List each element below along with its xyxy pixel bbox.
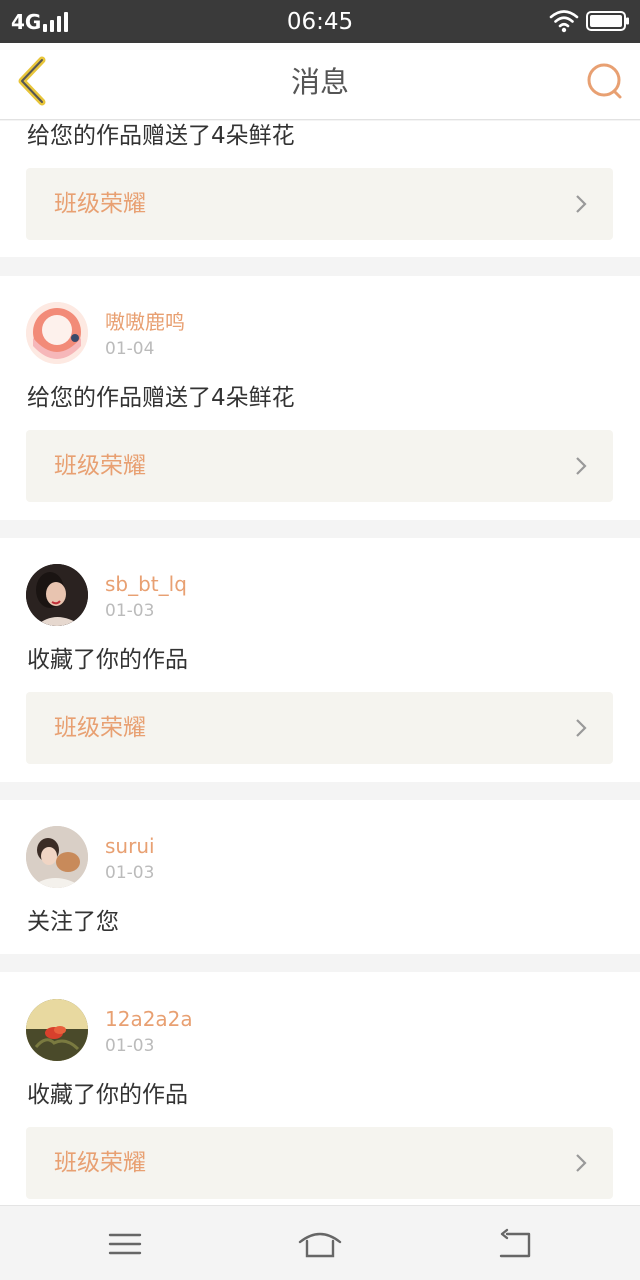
username[interactable]: 嗷嗷鹿鸣 <box>105 309 185 335</box>
message-text: 给您的作品赠送了4朵鲜花 <box>27 123 295 149</box>
status-bar: 4G 06:45 <box>0 0 640 43</box>
message-card: 给您的作品赠送了4朵鲜花 班级荣耀 <box>0 121 640 257</box>
message-card: 嗷嗷鹿鸣 01-04 给您的作品赠送了4朵鲜花 班级荣耀 <box>0 276 640 520</box>
message-date: 01-03 <box>105 863 155 883</box>
message-text: 收藏了你的作品 <box>27 1082 188 1108</box>
home-icon[interactable] <box>298 1226 342 1262</box>
page-title: 消息 <box>290 65 349 99</box>
link-label: 班级荣耀 <box>54 453 146 479</box>
nav-bar: 消息 <box>0 43 640 120</box>
chevron-right-icon <box>576 457 587 475</box>
search-icon[interactable] <box>584 60 626 102</box>
chevron-right-icon <box>576 1154 587 1172</box>
message-card: sb_bt_lq 01-03 收藏了你的作品 班级荣耀 <box>0 538 640 782</box>
avatar-image <box>26 999 88 1061</box>
link-label: 班级荣耀 <box>54 1150 146 1176</box>
avatar[interactable] <box>26 999 88 1061</box>
back-nav-icon[interactable] <box>497 1226 533 1262</box>
avatar[interactable] <box>26 302 88 364</box>
avatar-image <box>26 826 88 888</box>
link-label: 班级荣耀 <box>54 715 146 741</box>
message-date: 01-03 <box>105 1036 155 1056</box>
message-text: 给您的作品赠送了4朵鲜花 <box>27 385 295 411</box>
menu-icon[interactable] <box>108 1226 142 1262</box>
chevron-right-icon <box>576 195 587 213</box>
avatar[interactable] <box>26 564 88 626</box>
class-honor-link[interactable]: 班级荣耀 <box>26 692 613 764</box>
clock: 06:45 <box>286 9 354 35</box>
message-date: 01-03 <box>105 601 155 621</box>
class-honor-link[interactable]: 班级荣耀 <box>26 1127 613 1199</box>
class-honor-link[interactable]: 班级荣耀 <box>26 430 613 502</box>
link-label: 班级荣耀 <box>54 191 146 217</box>
avatar-image <box>26 564 88 626</box>
username[interactable]: surui <box>105 833 155 859</box>
avatar[interactable] <box>26 826 88 888</box>
message-card: surui 01-03 关注了您 <box>0 800 640 954</box>
avatar-image <box>26 302 88 364</box>
system-nav-bar <box>0 1205 640 1280</box>
chevron-right-icon <box>576 719 587 737</box>
message-text: 关注了您 <box>27 909 119 935</box>
message-text: 收藏了你的作品 <box>27 647 188 673</box>
message-card: 12a2a2a 01-03 收藏了你的作品 班级荣耀 <box>0 972 640 1205</box>
username[interactable]: 12a2a2a <box>105 1006 193 1032</box>
battery-icon <box>586 11 629 31</box>
class-honor-link[interactable]: 班级荣耀 <box>26 168 613 240</box>
message-date: 01-04 <box>105 339 155 359</box>
username[interactable]: sb_bt_lq <box>105 571 187 597</box>
wifi-icon <box>549 10 579 33</box>
